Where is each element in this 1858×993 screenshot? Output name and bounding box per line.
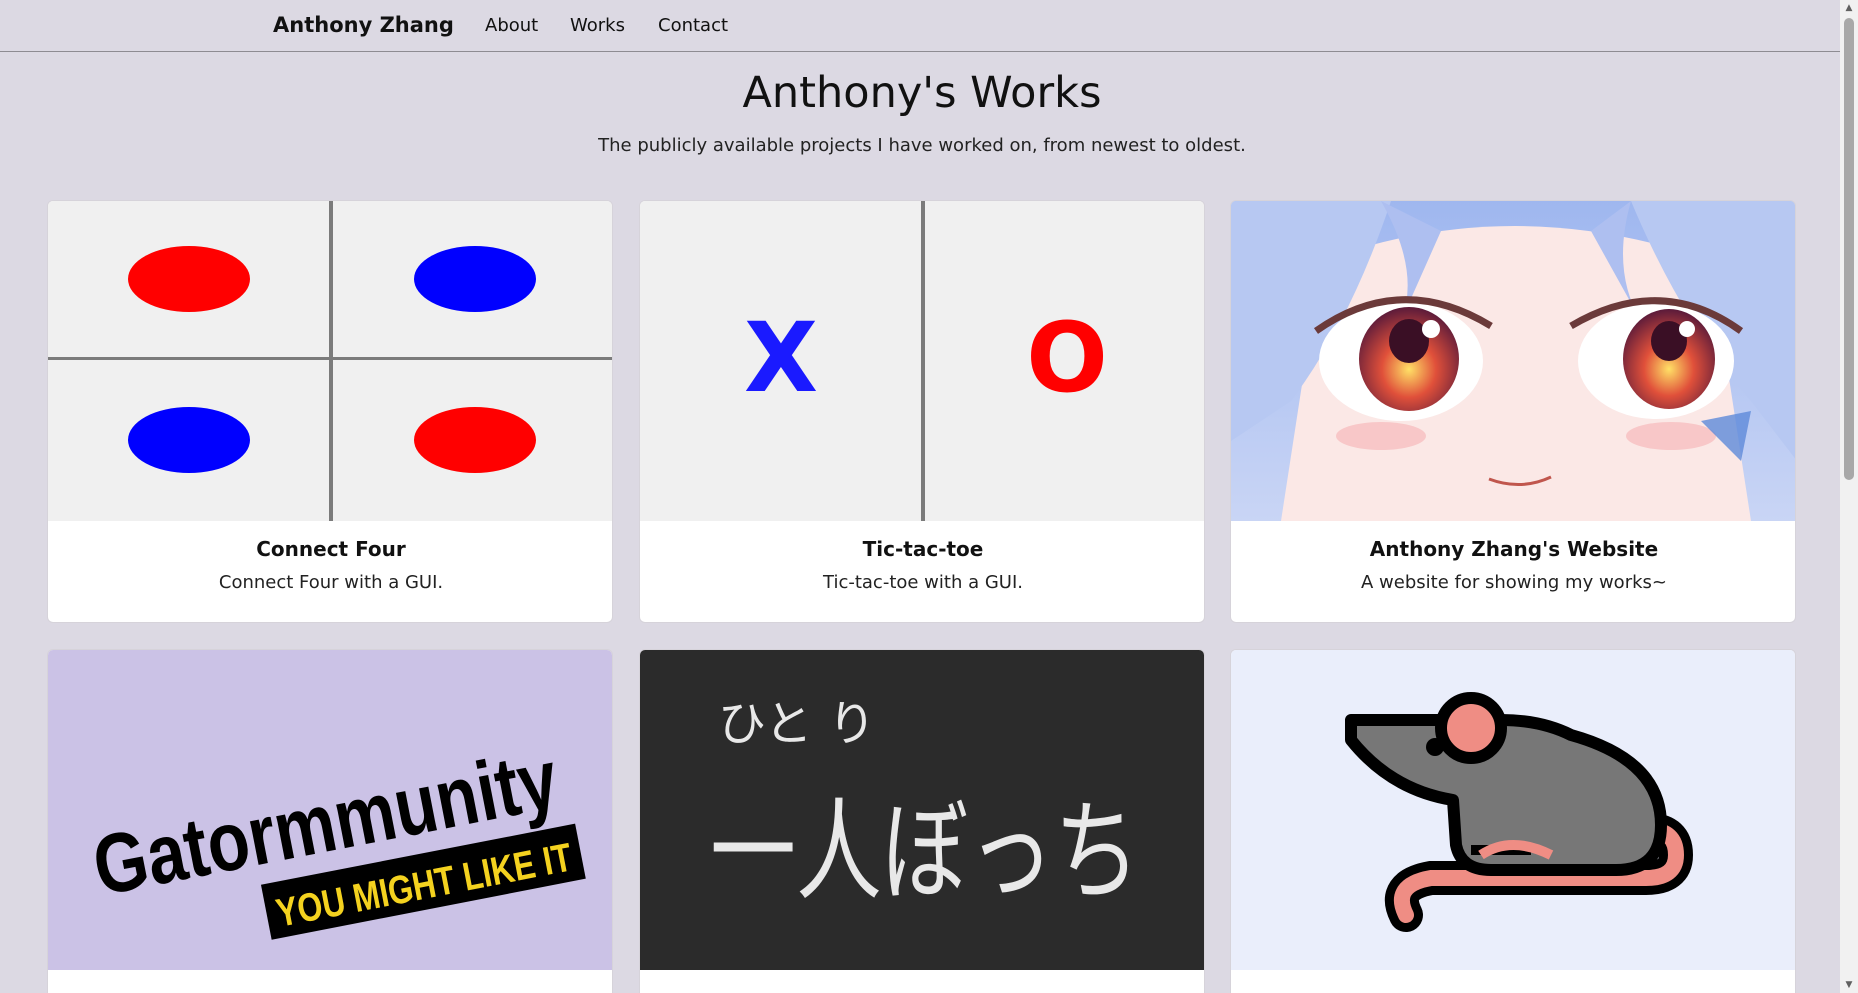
navbar: Anthony Zhang About Works Contact [0,0,1840,52]
rat-icon [1231,650,1795,970]
connect-four-image [48,201,612,521]
card-image-gatormmunity: Gatormmunity YOU MIGHT LIKE IT [48,650,612,970]
vertical-scrollbar[interactable]: ▲ ▼ [1840,0,1858,993]
blue-disc [128,407,250,473]
page-subtitle: The publicly available projects I have w… [598,135,1246,156]
card-image-tic-tac-toe: X O [640,201,1204,521]
ruby-text: ひと り [718,696,876,752]
brand-link[interactable]: Anthony Zhang [273,13,454,37]
card-gatormmunity[interactable]: Gatormmunity YOU MIGHT LIKE IT [47,649,613,993]
scroll-down-arrow-icon[interactable]: ▼ [1840,977,1858,993]
card-title: Connect Four [256,537,406,561]
hitoribocchi-image: ひと り 一人ぼっち [640,650,1204,970]
red-disc [128,246,250,312]
card-website[interactable]: Anthony Zhang's Website A website for sh… [1230,200,1796,623]
card-image-connect-four [48,201,612,521]
nav-link-works[interactable]: Works [570,15,625,36]
card-text: A website for showing my works~ [1361,572,1667,593]
gatormmunity-logo: Gatormmunity YOU MIGHT LIKE IT [48,650,612,970]
card-title: Anthony Zhang's Website [1369,537,1659,561]
card-text: Tic-tac-toe with a GUI. [823,572,1023,593]
page-title: Anthony's Works [742,68,1102,118]
anime-face-icon [1231,201,1795,521]
red-disc [414,407,536,473]
nav-link-about[interactable]: About [485,15,538,36]
scrollbar-thumb[interactable] [1844,18,1854,480]
o-mark: O [1026,302,1108,414]
nav-link-contact[interactable]: Contact [658,15,728,36]
tic-tac-toe-image: X O [640,201,1204,521]
x-mark: X [744,302,818,414]
card-title: Tic-tac-toe [862,537,984,561]
card-image-hitoribocchi: ひと り 一人ぼっち [640,650,1204,970]
card-connect-four[interactable]: Connect Four Connect Four with a GUI. [47,200,613,623]
scroll-up-arrow-icon[interactable]: ▲ [1840,0,1858,16]
blue-disc [414,246,536,312]
hitoribocchi-text: 一人ぼっち [710,788,1140,916]
card-image-rat [1231,650,1795,970]
card-text: Connect Four with a GUI. [218,572,444,593]
card-hitoribocchi[interactable]: ひと り 一人ぼっち [639,649,1205,993]
card-tic-tac-toe[interactable]: X O Tic-tac-toe Tic-tac-toe with a GUI. [639,200,1205,623]
card-image-website [1231,201,1795,521]
card-rat[interactable] [1230,649,1796,993]
